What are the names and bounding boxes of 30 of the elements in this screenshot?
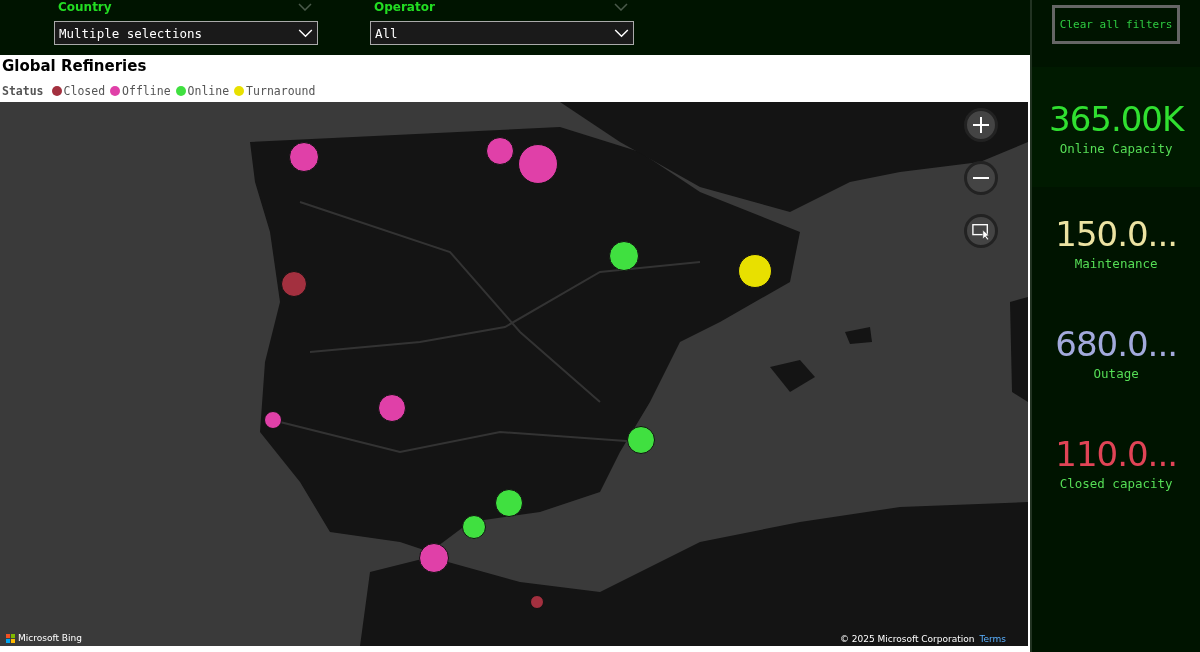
chevron-down-icon[interactable] [298,28,313,38]
map-attribution: Microsoft Bing [18,633,82,644]
minus-icon[interactable] [971,176,991,180]
select-area-icon[interactable] [971,222,991,240]
legend-label: Turnaround [246,83,316,98]
plus-icon[interactable] [971,115,991,135]
windows-logo-icon [6,634,15,643]
filter-label: Country [57,0,112,14]
terms-link[interactable]: Terms [979,634,1006,645]
kpi-value: 680.0... [1055,323,1177,364]
chevron-icon[interactable] [298,3,312,11]
visual-title: Global Refineries [1,56,148,77]
legend-title: Status [2,83,44,98]
kpi-value: 150.0... [1055,213,1177,254]
dropdown[interactable]: All [370,21,634,45]
kpi-value: 110.0... [1055,433,1177,474]
filter-label: Operator [373,0,435,14]
kpi-value: 365.00K [1049,98,1184,139]
chevron-icon[interactable] [614,3,628,11]
dropdown[interactable]: Multiple selections [54,21,318,45]
kpi-label: Closed capacity [1059,475,1173,491]
clear-filters-button[interactable]: Clear all filters [1052,5,1181,44]
legend-label: Offline [122,83,171,98]
legend-label: Online [187,83,230,98]
kpi-label: Online Capacity [1059,140,1173,156]
chevron-down-icon[interactable] [614,28,629,38]
legend-label: Closed [63,83,106,98]
kpi-label: Outage [1093,365,1139,381]
copyright-text: © 2025 Microsoft Corporation [839,634,975,645]
kpi-label: Maintenance [1074,255,1158,271]
